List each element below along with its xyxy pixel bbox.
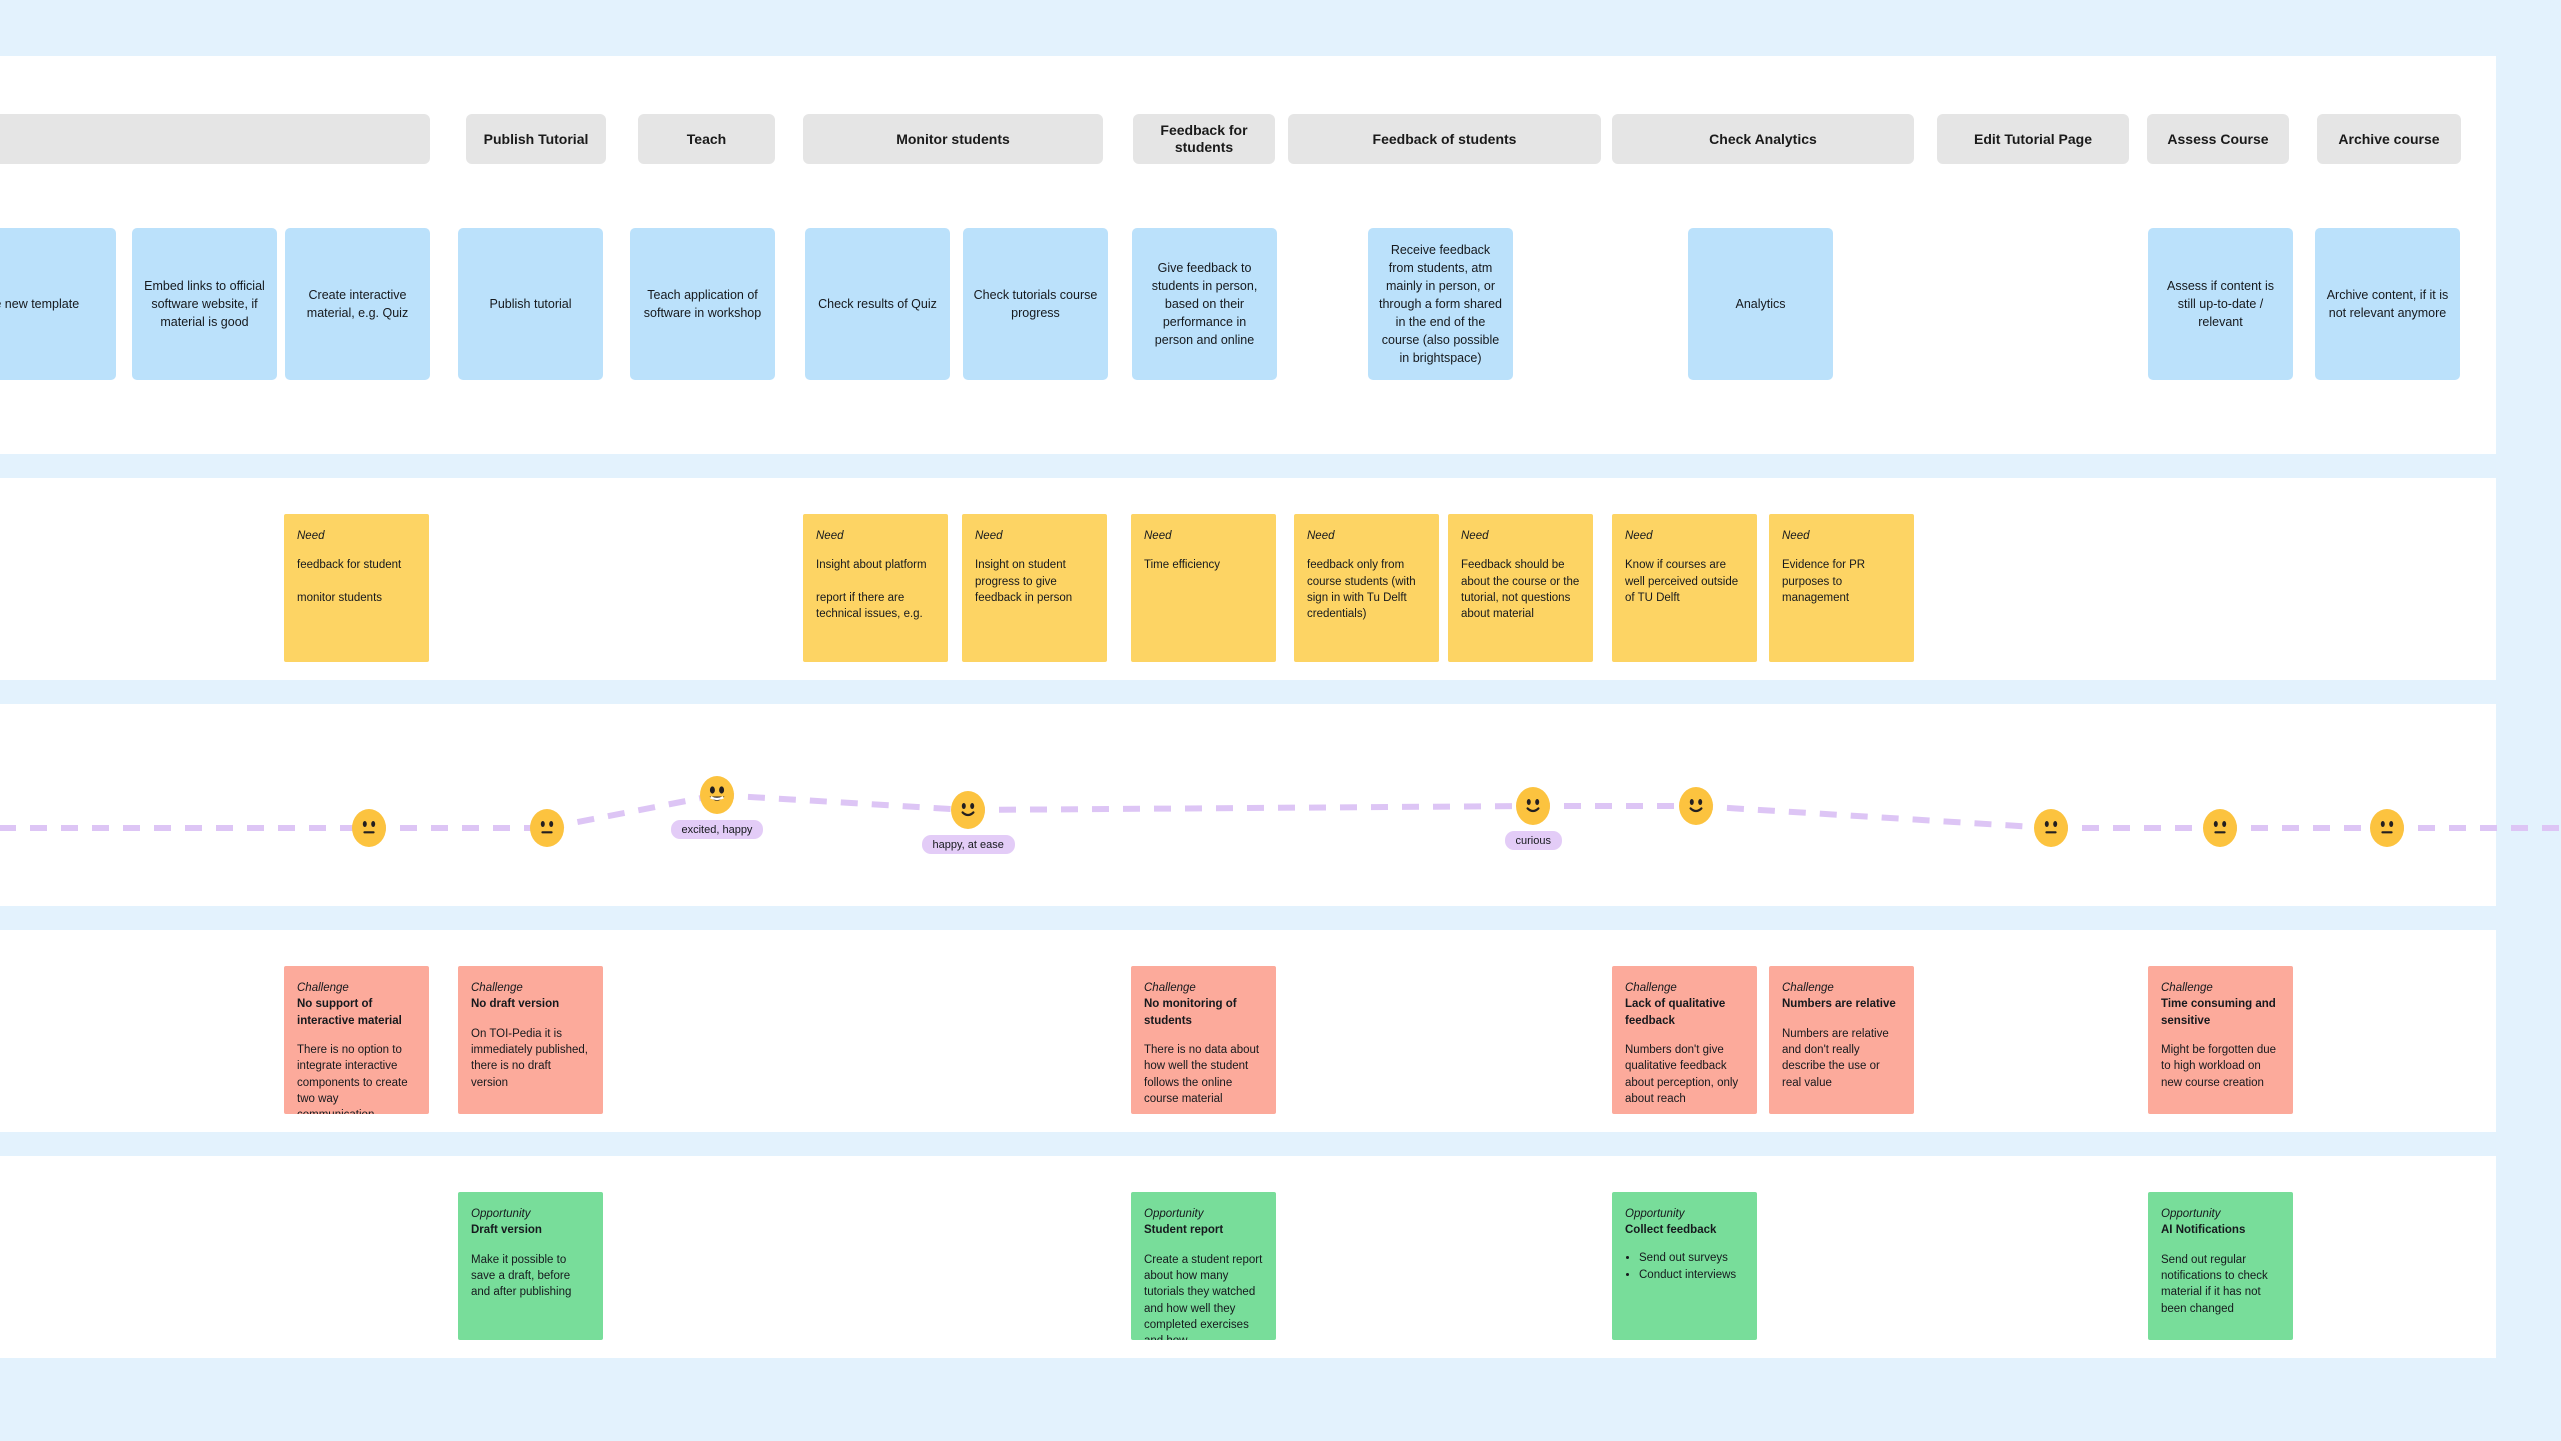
challenge-note-lack-of-qualitative-feedback[interactable]: Challenge Lack of qualitative feedback Num… xyxy=(1612,966,1757,1114)
note-body: There is no data about how well the stud… xyxy=(1144,1043,1260,1105)
note-headline: Numbers are relative xyxy=(1782,998,1896,1011)
note-kind-label: Need xyxy=(1782,530,1810,542)
note-headline: Student report xyxy=(1144,1224,1224,1237)
challenge-note-no-draft-version[interactable]: Challenge No draft version On TOI-Pedia it… xyxy=(458,966,603,1114)
challenge-note-numbers-are-relative[interactable]: Challenge Numbers are relative Numbers are… xyxy=(1769,966,1914,1114)
note-body: feedback for student monitor students xyxy=(297,559,402,604)
note-body: There is no option to integrate interact… xyxy=(297,1043,408,1114)
note-kind-label: Need xyxy=(975,530,1003,542)
note-headline: Draft version xyxy=(471,1224,542,1237)
action-card-give-feedback-to-students-in-person-base[interactable]: Give feedback to students in person, bas… xyxy=(1132,228,1277,380)
stage-chip-feedback-for-students[interactable]: Feedback for students xyxy=(1133,114,1275,164)
note-headline: No draft version xyxy=(471,998,560,1011)
note-kind-label: Need xyxy=(1625,530,1653,542)
action-card-archive-content-if-it-is-not-relevant-an[interactable]: Archive content, if it is not relevant a… xyxy=(2315,228,2460,380)
need-note-insight-about-platform-report-if-there-a[interactable]: Need Insight about platform report if the… xyxy=(803,514,948,662)
note-headline: Time consuming and sensitive xyxy=(2161,998,2276,1027)
note-kind-label: Challenge xyxy=(471,982,523,994)
action-card-embed-links-to-official-software-website[interactable]: Embed links to official software website… xyxy=(132,228,277,380)
note-headline: AI Notifications xyxy=(2161,1224,2246,1237)
journey-map-board: Publish Tutorial Teach Monitor students Fee… xyxy=(0,0,2561,1441)
action-card-receive-feedback-from-students-atm-mainl[interactable]: Receive feedback from students, atm main… xyxy=(1368,228,1513,380)
action-card-publish-tutorial[interactable]: Publish tutorial xyxy=(458,228,603,380)
opportunity-note-student-report[interactable]: Opportunity Student report Create a studen… xyxy=(1131,1192,1276,1340)
need-note-feedback-should-be-about-the-course-or-t[interactable]: Need Feedback should be about the course … xyxy=(1448,514,1593,662)
challenge-note-time-consuming-and-sensitive[interactable]: Challenge Time consuming and sensitive Mig… xyxy=(2148,966,2293,1114)
note-kind-label: Challenge xyxy=(1625,982,1677,994)
note-headline: No monitoring of students xyxy=(1144,998,1237,1027)
note-bullet-list: Send out surveysConduct interviews xyxy=(1639,1250,1744,1284)
action-card-assess-if-content-is-still-up-to-date-re[interactable]: Assess if content is still up-to-date / … xyxy=(2148,228,2293,380)
note-headline: Collect feedback xyxy=(1625,1224,1717,1237)
note-kind-label: Need xyxy=(1307,530,1335,542)
note-body: Feedback should be about the course or t… xyxy=(1461,559,1580,621)
note-kind-label: Challenge xyxy=(1782,982,1834,994)
action-card-save-new-template[interactable]: Save new template xyxy=(0,228,116,380)
challenge-note-no-support-of-interactive-material[interactable]: Challenge No support of interactive mater… xyxy=(284,966,429,1114)
stage-chip-untitled-0[interactable] xyxy=(0,114,430,164)
note-bullet-item: Send out surveys xyxy=(1639,1250,1744,1266)
note-headline: No support of interactive material xyxy=(297,998,402,1027)
lane-emotions xyxy=(0,704,2496,906)
stage-chip-publish-tutorial[interactable]: Publish Tutorial xyxy=(466,114,606,164)
note-body: Insight on student progress to give feed… xyxy=(975,559,1073,604)
stage-chip-feedback-of-students[interactable]: Feedback of students xyxy=(1288,114,1601,164)
stage-chip-archive-course[interactable]: Archive course xyxy=(2317,114,2461,164)
note-kind-label: Need xyxy=(816,530,844,542)
note-kind-label: Opportunity xyxy=(471,1208,531,1220)
note-body: On TOI-Pedia it is immediately published… xyxy=(471,1027,588,1089)
action-card-teach-application-of-software-in-worksho[interactable]: Teach application of software in worksho… xyxy=(630,228,775,380)
note-body: Send out regular notifications to check … xyxy=(2161,1253,2268,1315)
note-kind-label: Need xyxy=(1461,530,1489,542)
opportunity-note-draft-version[interactable]: Opportunity Draft version Make it possible… xyxy=(458,1192,603,1340)
action-card-check-tutorials-course-progress[interactable]: Check tutorials course progress xyxy=(963,228,1108,380)
need-note-evidence-for-pr-purposes-to-management[interactable]: Need Evidence for PR purposes to manageme… xyxy=(1769,514,1914,662)
note-body: Might be forgotten due to high workload … xyxy=(2161,1043,2277,1089)
opportunity-note-collect-feedback[interactable]: Opportunity Collect feedback Send out surv… xyxy=(1612,1192,1757,1340)
note-kind-label: Opportunity xyxy=(1625,1208,1685,1220)
need-note-feedback-for-student-monitor-students[interactable]: Need feedback for student monitor student… xyxy=(284,514,429,662)
note-body: Know if courses are well perceived outsi… xyxy=(1625,559,1739,604)
note-kind-label: Opportunity xyxy=(1144,1208,1204,1220)
need-note-know-if-courses-are-well-perceived-outsi[interactable]: Need Know if courses are well perceived o… xyxy=(1612,514,1757,662)
note-kind-label: Challenge xyxy=(1144,982,1196,994)
note-kind-label: Opportunity xyxy=(2161,1208,2221,1220)
stage-chip-monitor-students[interactable]: Monitor students xyxy=(803,114,1103,164)
note-kind-label: Challenge xyxy=(297,982,349,994)
note-kind-label: Challenge xyxy=(2161,982,2213,994)
stage-chip-teach[interactable]: Teach xyxy=(638,114,775,164)
need-note-feedback-only-from-course-students-with-[interactable]: Need feedback only from course students (… xyxy=(1294,514,1439,662)
note-body: Make it possible to save a draft, before… xyxy=(471,1253,572,1299)
challenge-note-no-monitoring-of-students[interactable]: Challenge No monitoring of students There … xyxy=(1131,966,1276,1114)
note-kind-label: Need xyxy=(297,530,325,542)
stage-chip-check-analytics[interactable]: Check Analytics xyxy=(1612,114,1914,164)
note-headline: Lack of qualitative feedback xyxy=(1625,998,1726,1027)
need-note-time-efficiency[interactable]: Need Time efficiency xyxy=(1131,514,1276,662)
stage-chip-assess-course[interactable]: Assess Course xyxy=(2147,114,2289,164)
action-card-create-interactive-material-e-g-quiz[interactable]: Create interactive material, e.g. Quiz xyxy=(285,228,430,380)
need-note-insight-on-student-progress-to-give-feed[interactable]: Need Insight on student progress to give … xyxy=(962,514,1107,662)
action-card-analytics[interactable]: Analytics xyxy=(1688,228,1833,380)
stage-chip-edit-tutorial-page[interactable]: Edit Tutorial Page xyxy=(1937,114,2129,164)
note-body: Time efficiency xyxy=(1144,559,1221,572)
note-bullet-item: Conduct interviews xyxy=(1639,1267,1744,1283)
note-body: Numbers don't give qualitative feedback … xyxy=(1625,1043,1739,1105)
note-body: Evidence for PR purposes to management xyxy=(1782,559,1866,604)
note-body: Insight about platform report if there a… xyxy=(816,559,927,621)
action-card-check-results-of-quiz[interactable]: Check results of Quiz xyxy=(805,228,950,380)
note-kind-label: Need xyxy=(1144,530,1172,542)
note-body: Create a student report about how many t… xyxy=(1144,1253,1263,1340)
note-body: feedback only from course students (with… xyxy=(1307,559,1416,621)
note-body: Numbers are relative and don't really de… xyxy=(1782,1027,1889,1089)
opportunity-note-ai-notifications[interactable]: Opportunity AI Notifications Send out regu… xyxy=(2148,1192,2293,1340)
